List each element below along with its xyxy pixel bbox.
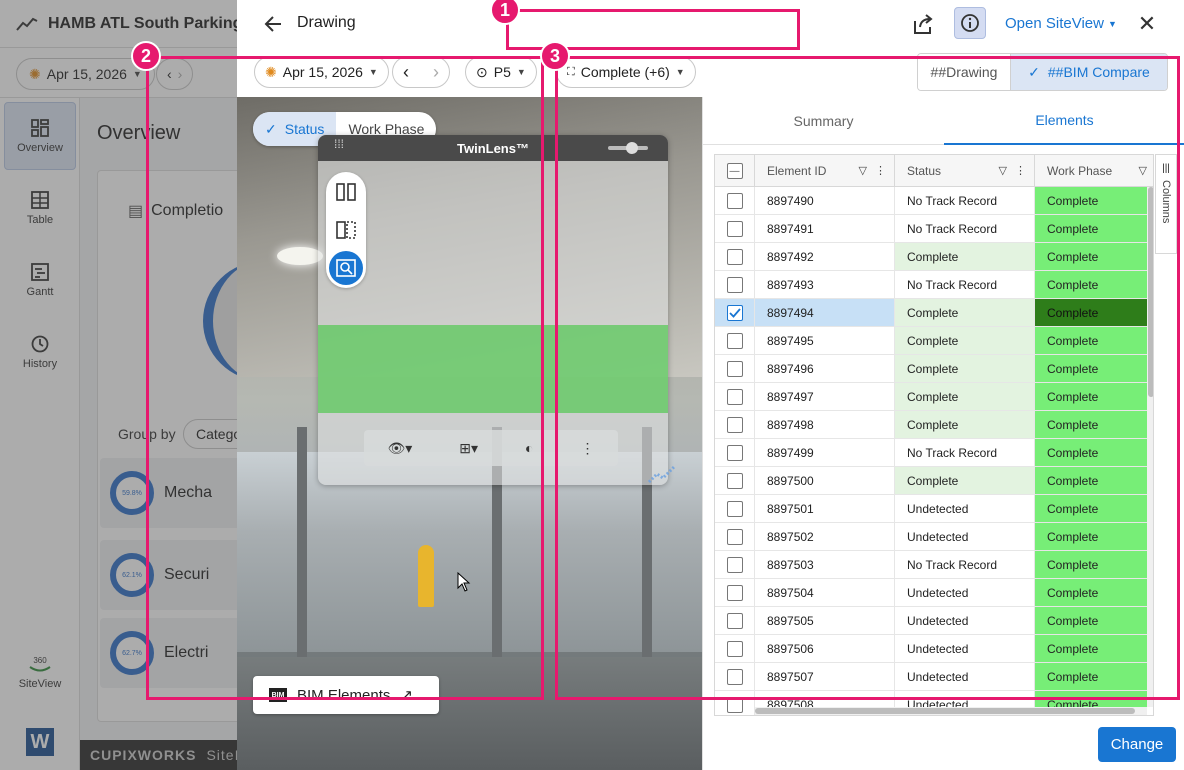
dialog-title: Drawing xyxy=(297,14,356,31)
open-siteview-button[interactable]: Open SiteView ▼ xyxy=(1005,15,1117,32)
horizontal-scrollbar[interactable] xyxy=(755,707,1147,715)
open-siteview-label: Open SiteView xyxy=(1005,15,1104,32)
close-icon[interactable]: ✕ xyxy=(1135,11,1159,36)
scrollbar-thumb[interactable] xyxy=(755,708,1135,714)
chevron-down-icon: ▼ xyxy=(1107,18,1117,29)
share-icon[interactable] xyxy=(909,10,937,38)
annotation-badge-2: 2 xyxy=(131,41,161,71)
back-arrow-icon[interactable] xyxy=(261,12,285,36)
annotation-box-3 xyxy=(555,56,1180,700)
annotation-badge-3: 3 xyxy=(540,41,570,71)
change-button[interactable]: Change xyxy=(1098,727,1176,762)
annotation-box-2 xyxy=(146,56,544,700)
info-icon[interactable] xyxy=(954,7,986,39)
